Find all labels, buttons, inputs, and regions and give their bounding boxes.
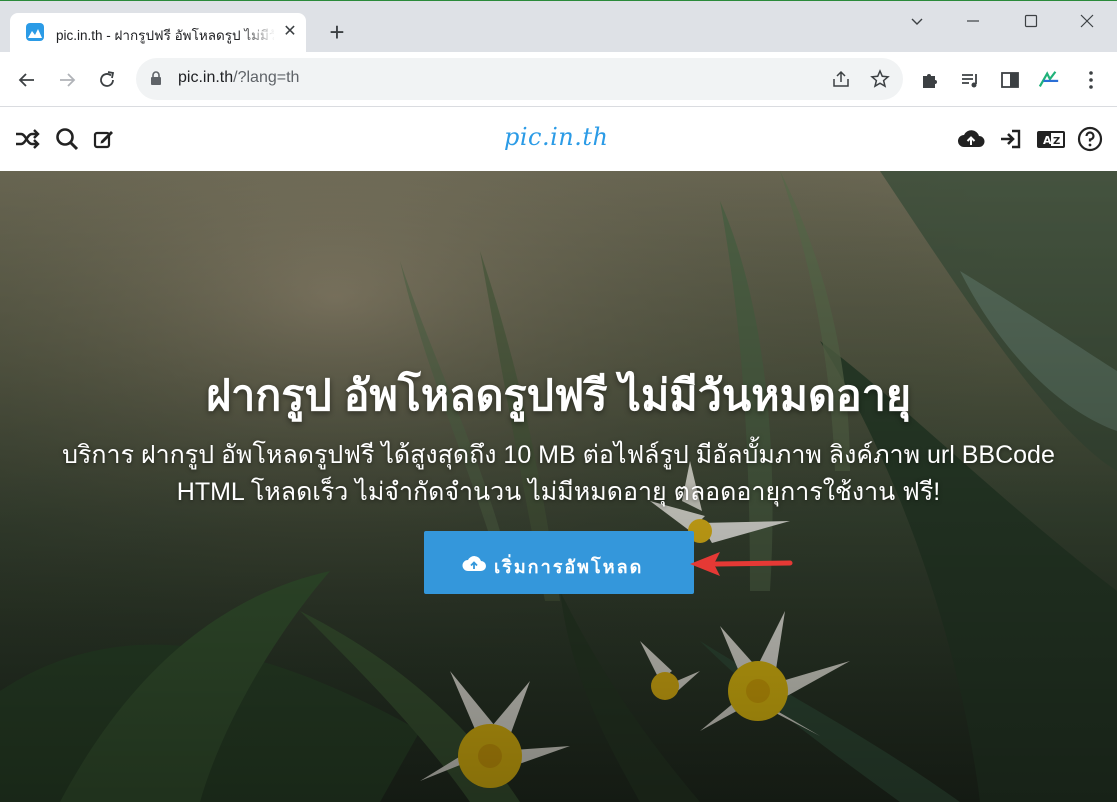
cloud-upload-icon: [462, 556, 486, 571]
side-panel-icon[interactable]: [999, 69, 1021, 91]
tab-search-icon[interactable]: [902, 7, 932, 35]
search-icon[interactable]: [54, 126, 80, 152]
hero-title: ฝากรูป อัพโหลดรูปฟรี ไม่มีวันหมดอายุ: [205, 372, 912, 420]
new-tab-button[interactable]: +: [322, 18, 352, 48]
back-arrow-icon[interactable]: [13, 66, 41, 94]
media-control-icon[interactable]: [959, 69, 981, 91]
language-icon[interactable]: A Z: [1036, 126, 1066, 152]
browser-tab[interactable]: pic.in.th - ฝากรูปฟรี อัพโหลดรูป ไม่มีวั…: [10, 13, 306, 53]
bookmark-star-icon[interactable]: [869, 68, 891, 90]
extension-logo-icon[interactable]: [1038, 69, 1060, 91]
edit-icon[interactable]: [91, 126, 117, 152]
hero-description: บริการ ฝากรูป อัพโหลดรูปฟรี ได้สูงสุดถึง…: [20, 437, 1097, 511]
url-host: pic.in.th: [178, 69, 234, 86]
sign-in-icon[interactable]: [998, 126, 1024, 152]
svg-text:Z: Z: [1053, 136, 1060, 147]
url-path: /?lang=th: [233, 69, 300, 86]
start-upload-label: เริ่มการอัพโหลด: [494, 557, 644, 577]
start-upload-button[interactable]: เริ่มการอัพโหลด: [424, 531, 694, 594]
lock-icon: [151, 71, 161, 85]
extensions-puzzle-icon[interactable]: [919, 69, 941, 91]
close-window-icon[interactable]: [1072, 7, 1102, 35]
tab-title-fade: [240, 21, 276, 43]
share-icon[interactable]: [830, 68, 852, 90]
tab-strip: pic.in.th - ฝากรูปฟรี อัพโหลดรูป ไม่มีวั…: [0, 0, 1117, 53]
hero-description-line-2: HTML โหลดเร็ว ไม่จำกัดจำนวน ไม่มีหมดอายุ…: [176, 478, 941, 506]
hero-section: ฝากรูป อัพโหลดรูปฟรี ไม่มีวันหมดอายุ บริ…: [0, 171, 1117, 802]
shuffle-icon[interactable]: [14, 126, 40, 152]
url-text: pic.in.th/?lang=th: [178, 69, 299, 87]
site-logo[interactable]: pic.in.th: [504, 123, 608, 151]
site-favicon-icon: [26, 23, 44, 41]
cloud-upload-icon[interactable]: [956, 126, 986, 152]
forward-arrow-icon[interactable]: [53, 66, 81, 94]
maximize-icon[interactable]: [1016, 7, 1046, 35]
browser-chrome: pic.in.th - ฝากรูปฟรี อัพโหลดรูป ไม่มีวั…: [0, 0, 1117, 107]
reload-icon[interactable]: [93, 66, 121, 94]
browser-toolbar: pic.in.th/?lang=th: [0, 52, 1117, 107]
help-icon[interactable]: [1077, 126, 1103, 152]
hero-description-line-1: บริการ ฝากรูป อัพโหลดรูปฟรี ได้สูงสุดถึง…: [62, 441, 1055, 469]
more-menu-icon[interactable]: [1080, 69, 1102, 91]
svg-text:A: A: [1043, 134, 1052, 147]
site-header: pic.in.th A Z: [0, 107, 1117, 171]
tab-close-icon[interactable]: ✕: [282, 24, 298, 40]
minimize-icon[interactable]: [958, 7, 988, 35]
annotation-arrow-icon: [690, 552, 793, 576]
address-bar[interactable]: pic.in.th/?lang=th: [136, 58, 903, 100]
